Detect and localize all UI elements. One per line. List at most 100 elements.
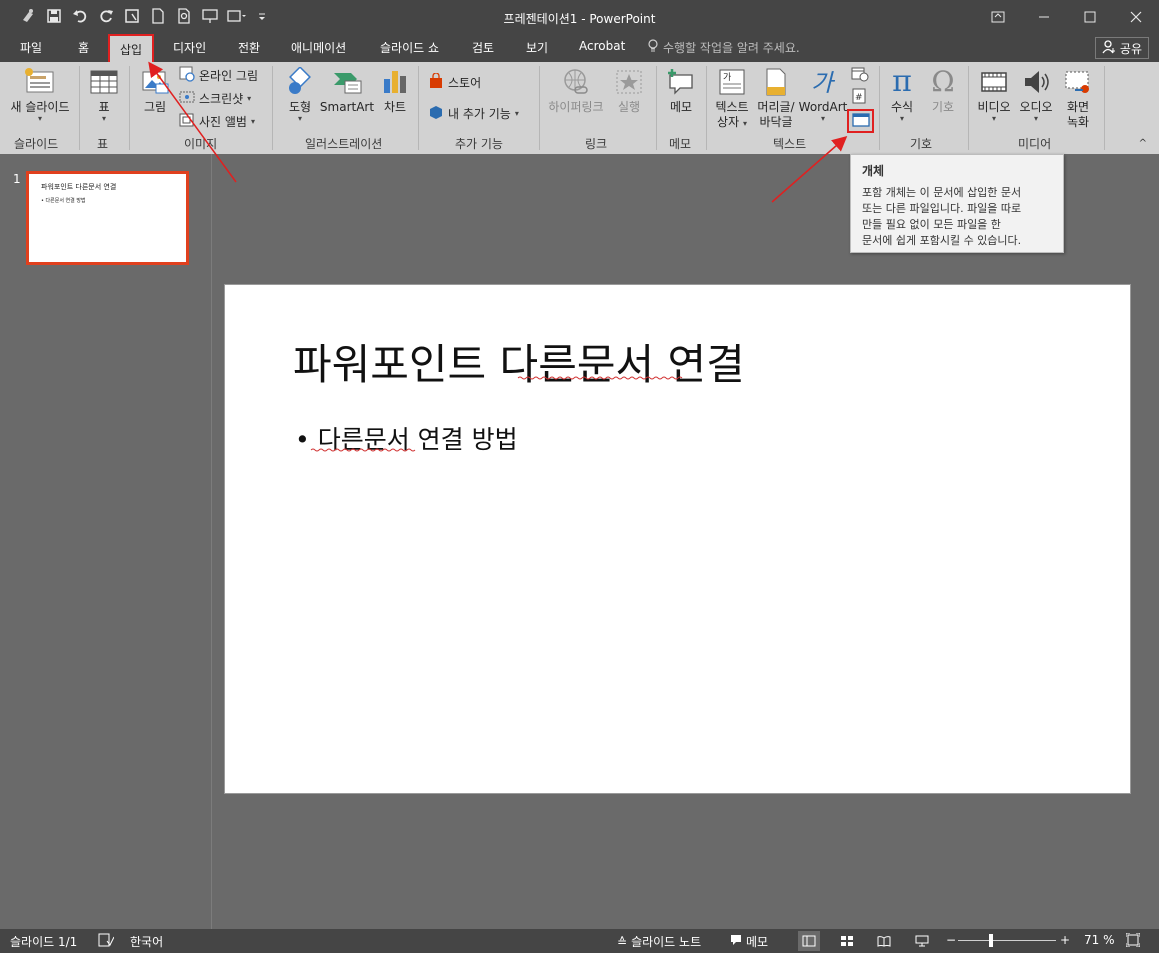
customize-qat-icon[interactable] [252, 6, 272, 26]
ribbon-display-options-icon[interactable] [975, 0, 1021, 34]
slide-number-icon[interactable]: # [851, 88, 867, 108]
comments-label: 메모 [746, 935, 769, 949]
audio-button[interactable]: 오디오 ▾ [1016, 66, 1056, 123]
group-separator [879, 66, 880, 150]
tab-view[interactable]: 보기 [524, 39, 550, 56]
store-button[interactable]: 스토어 [428, 72, 482, 92]
screenshot-button[interactable]: 스크린샷 ▾ [179, 89, 251, 108]
tab-acrobat[interactable]: Acrobat [577, 39, 627, 53]
undo-icon[interactable] [70, 6, 90, 26]
collapse-ribbon-icon[interactable]: ^ [1139, 138, 1147, 149]
new-slide-button[interactable]: 새 슬라이드 ▾ [7, 66, 73, 123]
group-separator [1104, 66, 1105, 150]
textbox-label-line2: 상자 ▾ [717, 115, 747, 129]
hyperlink-button[interactable]: 하이퍼링크 [545, 66, 607, 115]
group-label-images: 이미지 [184, 137, 218, 151]
save-icon[interactable] [44, 6, 64, 26]
minimize-icon[interactable] [1021, 0, 1067, 34]
normal-view-icon[interactable] [798, 931, 820, 951]
tab-slideshow[interactable]: 슬라이드 쇼 [378, 39, 441, 56]
slide-canvas[interactable]: 파워포인트 다른문서 연결 • 다른문서 연결 방법 [224, 284, 1131, 794]
comments-button[interactable]: 메모 [730, 933, 768, 950]
insert-object-button[interactable] [847, 109, 874, 133]
star-action-icon [613, 66, 645, 98]
start-slideshow-icon[interactable] [200, 6, 220, 26]
symbol-button[interactable]: Ω 기호 [926, 66, 960, 115]
textbox-button[interactable]: 가 텍스트 상자 ▾ [711, 66, 753, 130]
zoom-slider-thumb[interactable] [989, 934, 993, 947]
slide-thumbnail[interactable]: 파워포인트 다른문서 연결 • 다른문서 연결 방법 [26, 171, 189, 265]
slide-sorter-view-icon[interactable] [836, 931, 858, 951]
slide-title[interactable]: 파워포인트 다른문서 연결 [293, 331, 745, 392]
comment-button[interactable]: 메모 [664, 66, 698, 115]
zoom-in-button[interactable]: + [1060, 933, 1070, 947]
online-picture-button[interactable]: 온라인 그림 [179, 66, 258, 85]
redo-icon[interactable] [96, 6, 116, 26]
video-button[interactable]: 비디오 ▾ [975, 66, 1013, 123]
share-button[interactable]: 공유 [1094, 37, 1149, 59]
wordart-icon: 가 [807, 66, 839, 98]
tell-me-search[interactable]: 수행할 작업을 알려 주세요. [648, 39, 800, 56]
layout-dropdown-icon[interactable] [226, 6, 246, 26]
comment-label: 메모 [669, 100, 693, 114]
group-label-slides: 슬라이드 [14, 137, 59, 151]
chevron-down-icon: ▾ [37, 114, 42, 123]
thumbnail-number: 1 [13, 172, 21, 186]
shapes-button[interactable]: 도형 ▾ [283, 66, 317, 123]
table-button[interactable]: 표 ▾ [86, 66, 122, 123]
close-icon[interactable] [1113, 0, 1159, 34]
screen-recording-label-line1: 화면 [1066, 100, 1090, 114]
group-label-symbols: 기호 [910, 137, 933, 151]
action-button[interactable]: 실행 [613, 66, 645, 115]
header-footer-button[interactable]: 머리글/ 바닥글 [755, 66, 797, 130]
notes-button[interactable]: ≙ 슬라이드 노트 [617, 933, 701, 950]
tab-design[interactable]: 디자인 [171, 39, 208, 56]
date-time-icon[interactable] [851, 66, 869, 86]
wordart-button[interactable]: 가 WordArt ▾ [799, 66, 848, 123]
store-label: 스토어 [448, 76, 482, 90]
equation-button[interactable]: π 수식 ▾ [884, 66, 920, 123]
tab-animations[interactable]: 애니메이션 [289, 39, 348, 56]
spell-check-icon[interactable] [98, 933, 114, 947]
tab-insert[interactable]: 삽입 [108, 34, 155, 62]
thumbnail-bullet: • 다른문서 연결 방법 [41, 198, 86, 204]
my-addins-button[interactable]: 내 추가 기능 ▾ [428, 104, 519, 123]
online-picture-icon [179, 66, 195, 85]
group-separator [968, 66, 969, 150]
video-label: 비디오 [977, 100, 1011, 114]
tab-review[interactable]: 검토 [470, 39, 496, 56]
chart-button[interactable]: 차트 [379, 66, 411, 115]
picture-button[interactable]: 그림 [138, 66, 172, 115]
bullet-text: 다른문서 연결 방법 [317, 425, 518, 454]
zoom-slider[interactable] [958, 940, 1056, 941]
zoom-level[interactable]: 71 % [1084, 933, 1115, 947]
maximize-icon[interactable] [1067, 0, 1113, 34]
tab-home[interactable]: 홈 [76, 39, 91, 56]
comment-bubble-icon [730, 934, 742, 949]
tooltip-title: 개체 [862, 164, 885, 178]
quick-access-toolbar [18, 6, 272, 26]
touch-mode-icon[interactable] [18, 6, 38, 26]
zoom-out-button[interactable]: − [946, 933, 956, 947]
photo-album-button[interactable]: 사진 앨범 ▾ [179, 112, 255, 131]
omega-icon: Ω [931, 65, 955, 98]
smartart-button[interactable]: SmartArt [320, 66, 374, 115]
group-separator [272, 66, 273, 150]
lightbulb-icon [648, 39, 658, 56]
tab-file[interactable]: 파일 [18, 39, 44, 56]
smartart-icon [331, 66, 363, 98]
screen-recording-button[interactable]: 화면 녹화 [1059, 66, 1097, 130]
film-icon [978, 66, 1010, 98]
print-preview-icon[interactable] [174, 6, 194, 26]
group-label-illustrations: 일러스트레이션 [305, 137, 383, 151]
reading-view-icon[interactable] [873, 931, 895, 951]
slideshow-view-icon[interactable] [911, 931, 933, 951]
language-indicator[interactable]: 한국어 [130, 933, 163, 950]
tab-transitions[interactable]: 전환 [236, 39, 262, 56]
save-as-icon[interactable] [122, 6, 142, 26]
slide-bullet[interactable]: • 다른문서 연결 방법 [295, 420, 518, 456]
fit-to-window-icon[interactable] [1126, 933, 1140, 947]
header-footer-label-line1: 머리글/ [757, 100, 795, 114]
chevron-down-icon: ▾ [247, 93, 252, 103]
new-document-icon[interactable] [148, 6, 168, 26]
